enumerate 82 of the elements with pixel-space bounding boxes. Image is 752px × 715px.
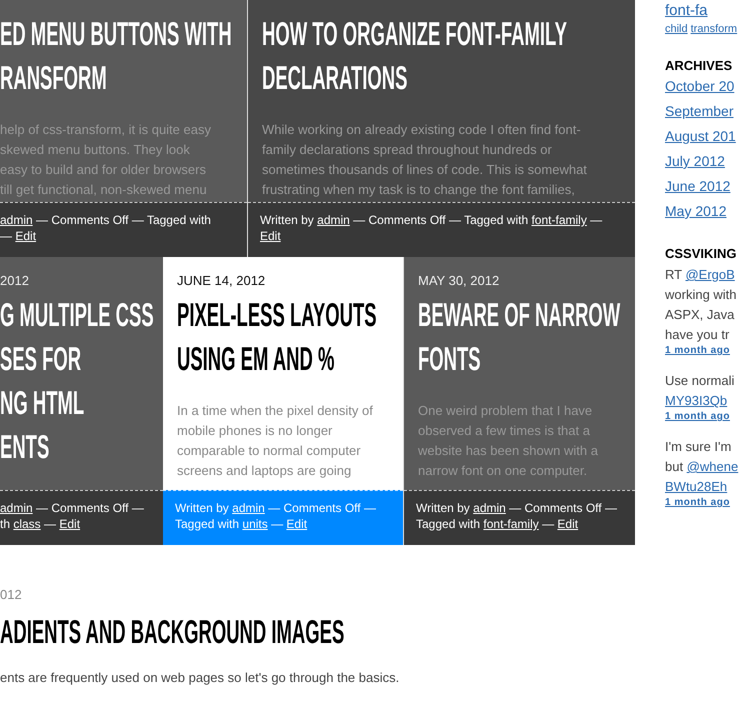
post-excerpt: website has been shown with a <box>418 442 599 460</box>
post-excerpt: easy to build and for older browsers <box>0 161 207 179</box>
meta-link[interactable]: units <box>242 517 268 531</box>
tweet-link[interactable]: MY93I3Qb <box>665 393 728 408</box>
meta-link[interactable]: Edit <box>286 517 308 531</box>
post-excerpt: narrow font on one computer. <box>418 462 588 480</box>
meta-link[interactable]: Edit <box>59 517 80 531</box>
post-title[interactable]: ADIENTS AND BACKGROUND IMAGES <box>0 611 344 653</box>
tweet-time-link[interactable]: 1 month ago <box>665 411 752 423</box>
post-title[interactable]: SES FOR <box>0 337 82 381</box>
meta-link[interactable]: Edit <box>557 517 578 531</box>
post-title[interactable]: BEWARE OF NARROW <box>418 293 620 337</box>
post-title[interactable]: FONTS <box>418 337 481 381</box>
post-title[interactable]: ENTS <box>0 425 50 469</box>
tweet-text: working with <box>665 286 738 304</box>
section-heading: CSSVIKING <box>665 246 738 262</box>
post-excerpt: till get functional, non-skewed menu <box>0 181 208 199</box>
archive-link[interactable]: May 2012 <box>665 199 752 224</box>
post-date: 012 <box>0 587 23 603</box>
post-meta: admin — Comments Off — <box>0 500 145 516</box>
archive-link[interactable]: July 2012 <box>665 149 752 174</box>
post-excerpt: One weird problem that I have <box>418 402 594 420</box>
tweet-text: but @whene <box>665 458 740 476</box>
meta-link[interactable]: Edit <box>15 229 36 243</box>
archive-link[interactable]: June 2012 <box>665 174 752 199</box>
tweet-text: ASPX, Java <box>665 306 736 324</box>
archive-link[interactable]: October 20 <box>665 74 752 99</box>
post-excerpt: sometimes thousands of lines of code. This is somewhat <box>262 161 588 179</box>
post-meta: Tagged with units — Edit <box>175 516 308 532</box>
post-meta: Written by admin — Comments Off — Tagged with font-family — <box>260 212 604 228</box>
post-date: JUNE 14, 2012 <box>177 273 266 289</box>
meta-link[interactable]: class <box>13 517 41 531</box>
tweet-text: I'm sure I'm <box>665 438 732 456</box>
post-title[interactable]: HOW TO ORGANIZE FONT-FAMILY <box>262 12 567 56</box>
meta-link[interactable]: admin <box>232 501 265 515</box>
post-title[interactable]: USING EM AND % <box>177 337 334 381</box>
tag-link[interactable]: transform <box>690 23 738 35</box>
post-title[interactable]: NG HTML <box>0 381 84 425</box>
post-excerpt: While working on already existing code I often find font- <box>262 121 582 139</box>
tweet-text: have you tr <box>665 326 730 344</box>
post-excerpt: mobile phones is no longer <box>177 422 334 440</box>
meta-link[interactable]: font-family <box>483 517 539 531</box>
meta-link[interactable]: font-family <box>531 213 587 227</box>
post-excerpt: comparable to normal computer <box>177 442 362 460</box>
post-meta: admin — Comments Off — Tagged with <box>0 212 212 228</box>
tweet-time-link[interactable]: 1 month ago <box>665 345 752 357</box>
post-date: 2012 <box>0 273 30 289</box>
post-title[interactable]: G MULTIPLE CSS <box>0 293 154 337</box>
post-meta: Written by admin — Comments Off — <box>416 500 618 516</box>
post-excerpt: ents are frequently used on web pages so let's go through the basics. <box>0 670 400 685</box>
post-meta: — Edit <box>0 228 38 244</box>
archive-link[interactable]: September <box>665 99 752 124</box>
post-date: MAY 30, 2012 <box>418 273 500 289</box>
tweet-link[interactable]: @whene <box>686 459 738 474</box>
post-title[interactable]: ED MENU BUTTONS WITH <box>0 12 232 56</box>
post-excerpt: skewed menu buttons. They look <box>0 141 191 159</box>
post-meta: Tagged with font-family — Edit <box>416 516 580 532</box>
tweet-text: RT @ErgoB <box>665 266 736 284</box>
post-title[interactable]: DECLARATIONS <box>262 56 408 100</box>
meta-link[interactable]: admin <box>473 501 506 515</box>
meta-link[interactable]: admin <box>317 213 350 227</box>
tweet-time-link[interactable]: 1 month ago <box>665 497 752 509</box>
post-meta: th class — Edit <box>0 516 82 532</box>
tag-link[interactable]: child <box>665 23 688 35</box>
post-excerpt: frustrating when my task is to change the font families, <box>262 181 576 199</box>
post-excerpt: help of css-transform, it is quite easy <box>0 121 212 139</box>
post-meta: Written by admin — Comments Off — <box>175 500 377 516</box>
tweet-text: Use normali <box>665 372 736 390</box>
meta-link[interactable]: admin <box>0 213 33 227</box>
post-excerpt: observed a few times is that a <box>418 422 591 440</box>
meta-link[interactable]: Edit <box>260 229 281 243</box>
meta-link[interactable]: admin <box>0 501 33 515</box>
post-excerpt: In a time when the pixel density of <box>177 402 374 420</box>
post-excerpt: screens and laptops are going <box>177 462 352 480</box>
section-heading: ARCHIVES <box>665 58 734 74</box>
archive-link[interactable]: August 201 <box>665 124 752 149</box>
post-excerpt: family declarations spread throughout hundreds or <box>262 141 553 159</box>
tag-link[interactable]: font-fa <box>665 2 752 20</box>
post-title[interactable]: RANSFORM <box>0 56 107 100</box>
post-title[interactable]: PIXEL-LESS LAYOUTS <box>177 293 377 337</box>
tweet-link[interactable]: @ErgoB <box>685 267 735 282</box>
tweet-link[interactable]: BWtu28Eh <box>665 479 728 494</box>
